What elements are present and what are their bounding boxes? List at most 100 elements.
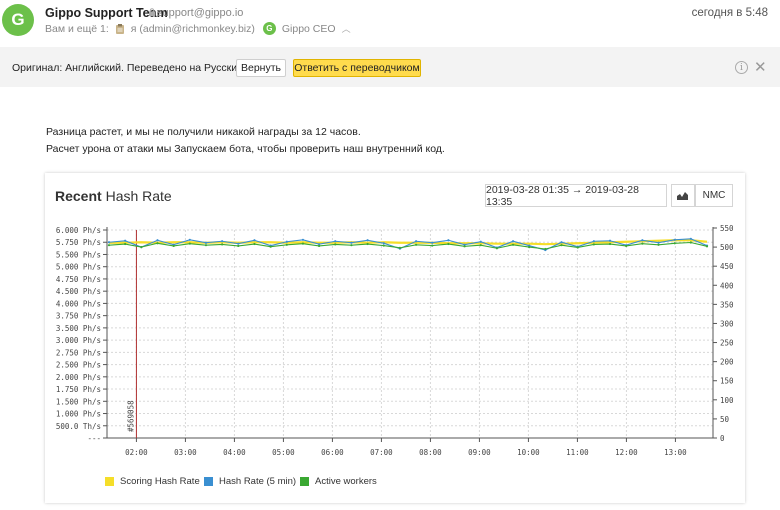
- chevron-up-icon[interactable]: ︿: [342, 22, 351, 35]
- legend-item-hashrate[interactable]: Hash Rate (5 min): [204, 476, 296, 487]
- data-point: [156, 239, 159, 242]
- data-point: [334, 243, 337, 246]
- data-point: [301, 238, 305, 241]
- y-left-tick-label: 1.500 Ph/s: [56, 397, 101, 406]
- email-header: G Gippo Support Team support@gippo.io се…: [0, 0, 780, 46]
- data-point: [528, 245, 531, 249]
- data-point: [107, 244, 111, 247]
- y-left-tick-label: 1.000 Ph/s: [56, 410, 101, 419]
- data-point: [253, 242, 256, 246]
- y-right-tick-label: 500: [720, 243, 734, 252]
- close-icon[interactable]: ✕: [754, 58, 767, 76]
- data-point: [431, 241, 434, 244]
- hash-rate-chart: 6.000 Ph/s 5.750 Ph/s 5.500 Ph/s 5.000 Ph/s…: [56, 224, 734, 457]
- y-left-tick-label: 2.000 Ph/s: [56, 373, 101, 382]
- y-left-tick-label: 5.500 Ph/s: [56, 250, 101, 259]
- x-tick-label: 03:00: [174, 448, 197, 457]
- data-point: [204, 244, 208, 247]
- recipient-other[interactable]: Gippo CEO: [282, 23, 336, 35]
- y-right-tick-label: 400: [720, 281, 734, 290]
- data-point: [592, 243, 595, 246]
- legend-label-scoring: Scoring Hash Rate: [120, 476, 200, 487]
- data-point: [689, 241, 692, 244]
- data-point: [479, 240, 482, 243]
- reply-with-translator-button[interactable]: Ответить с переводчиком: [293, 59, 421, 77]
- data-point: [414, 240, 418, 243]
- y-left-tick-label: 4.000 Ph/s: [56, 299, 101, 308]
- data-point: [124, 242, 127, 246]
- x-tick-label: 06:00: [321, 448, 344, 457]
- data-point: [334, 240, 337, 243]
- data-point: [285, 243, 288, 246]
- data-point: [318, 244, 321, 248]
- y-left-tick-label: 500.0 Th/s: [56, 422, 101, 431]
- y-left-tick-label: 2.750 Ph/s: [56, 348, 101, 357]
- data-point: [447, 242, 450, 246]
- y-left-tick-label: 3.000 Ph/s: [56, 336, 101, 345]
- y-right-tick-label: 300: [720, 319, 734, 328]
- data-point: [253, 239, 256, 242]
- y-left-tick-label: 3.500 Ph/s: [56, 324, 101, 333]
- y-right-tick-label: 450: [720, 262, 734, 271]
- data-point: [560, 241, 563, 244]
- data-point: [479, 244, 482, 247]
- legend-item-scoring[interactable]: Scoring Hash Rate: [105, 476, 200, 487]
- recipient-me[interactable]: я (admin@richmonkey.biz): [131, 23, 255, 35]
- legend-label-workers: Active workers: [315, 476, 377, 487]
- hash-rate-card: Recent Hash Rate 2019-03-28 01:35 → 2019…: [45, 173, 745, 503]
- message-time: сегодня в 5:48: [691, 7, 768, 19]
- y-right-tick-label: 550: [720, 224, 734, 233]
- data-point: [511, 240, 515, 243]
- data-point: [382, 242, 385, 245]
- translation-message: Оригинал: Английский. Переведено на Русс…: [12, 62, 246, 74]
- x-tick-label: 04:00: [223, 448, 246, 457]
- x-tick-label: 13:00: [664, 448, 687, 457]
- data-point: [107, 241, 111, 244]
- legend-item-workers[interactable]: Active workers: [300, 476, 377, 487]
- data-point: [511, 243, 515, 246]
- lock-icon: [149, 8, 155, 16]
- data-point: [204, 241, 208, 244]
- y-right-tick-label: 350: [720, 300, 734, 309]
- x-tick-label: 12:00: [615, 448, 638, 457]
- y-left-tick-label: 5.000 Ph/s: [56, 263, 101, 272]
- data-point: [156, 242, 159, 245]
- body-line-2: Расчет урона от атаки мы Запускаем бота,…: [46, 143, 445, 155]
- data-point: [705, 245, 709, 248]
- data-point: [673, 242, 676, 245]
- data-point: [576, 246, 579, 249]
- y-left-tick-label: 2.500 Ph/s: [56, 361, 101, 370]
- data-point: [463, 245, 466, 248]
- data-point: [657, 243, 660, 246]
- legend-swatch-scoring: [105, 477, 114, 486]
- recipients-prefix: Вам и ещё 1:: [45, 22, 109, 35]
- revert-translation-button[interactable]: Вернуть: [236, 59, 286, 77]
- x-tick-label: 05:00: [272, 448, 295, 457]
- y-right-tick-label: 200: [720, 358, 734, 367]
- data-point: [350, 241, 353, 244]
- y-left-tick-label: ---: [87, 434, 101, 443]
- y-left-tick-label: 6.000 Ph/s: [56, 226, 101, 235]
- recipient-avatar: G: [262, 22, 276, 35]
- sender-email[interactable]: support@gippo.io: [157, 7, 243, 19]
- legend-label-hashrate: Hash Rate (5 min): [219, 476, 297, 487]
- data-point: [625, 244, 628, 248]
- data-point: [350, 244, 353, 247]
- x-tick-label: 02:00: [125, 448, 148, 457]
- data-point: [544, 247, 547, 251]
- data-point: [366, 242, 369, 246]
- clipboard-icon: [115, 23, 124, 34]
- data-point: [414, 243, 418, 246]
- data-point: [431, 244, 434, 247]
- data-point: [398, 246, 402, 249]
- data-point: [221, 243, 224, 246]
- data-point: [673, 238, 676, 241]
- y-right-tick-label: 0: [720, 434, 725, 443]
- data-point: [366, 239, 369, 242]
- data-point: [447, 239, 450, 242]
- data-point: [608, 239, 612, 242]
- info-icon[interactable]: i: [735, 61, 748, 74]
- data-point: [657, 241, 660, 244]
- data-point: [221, 240, 224, 243]
- sender-avatar[interactable]: G: [2, 4, 34, 36]
